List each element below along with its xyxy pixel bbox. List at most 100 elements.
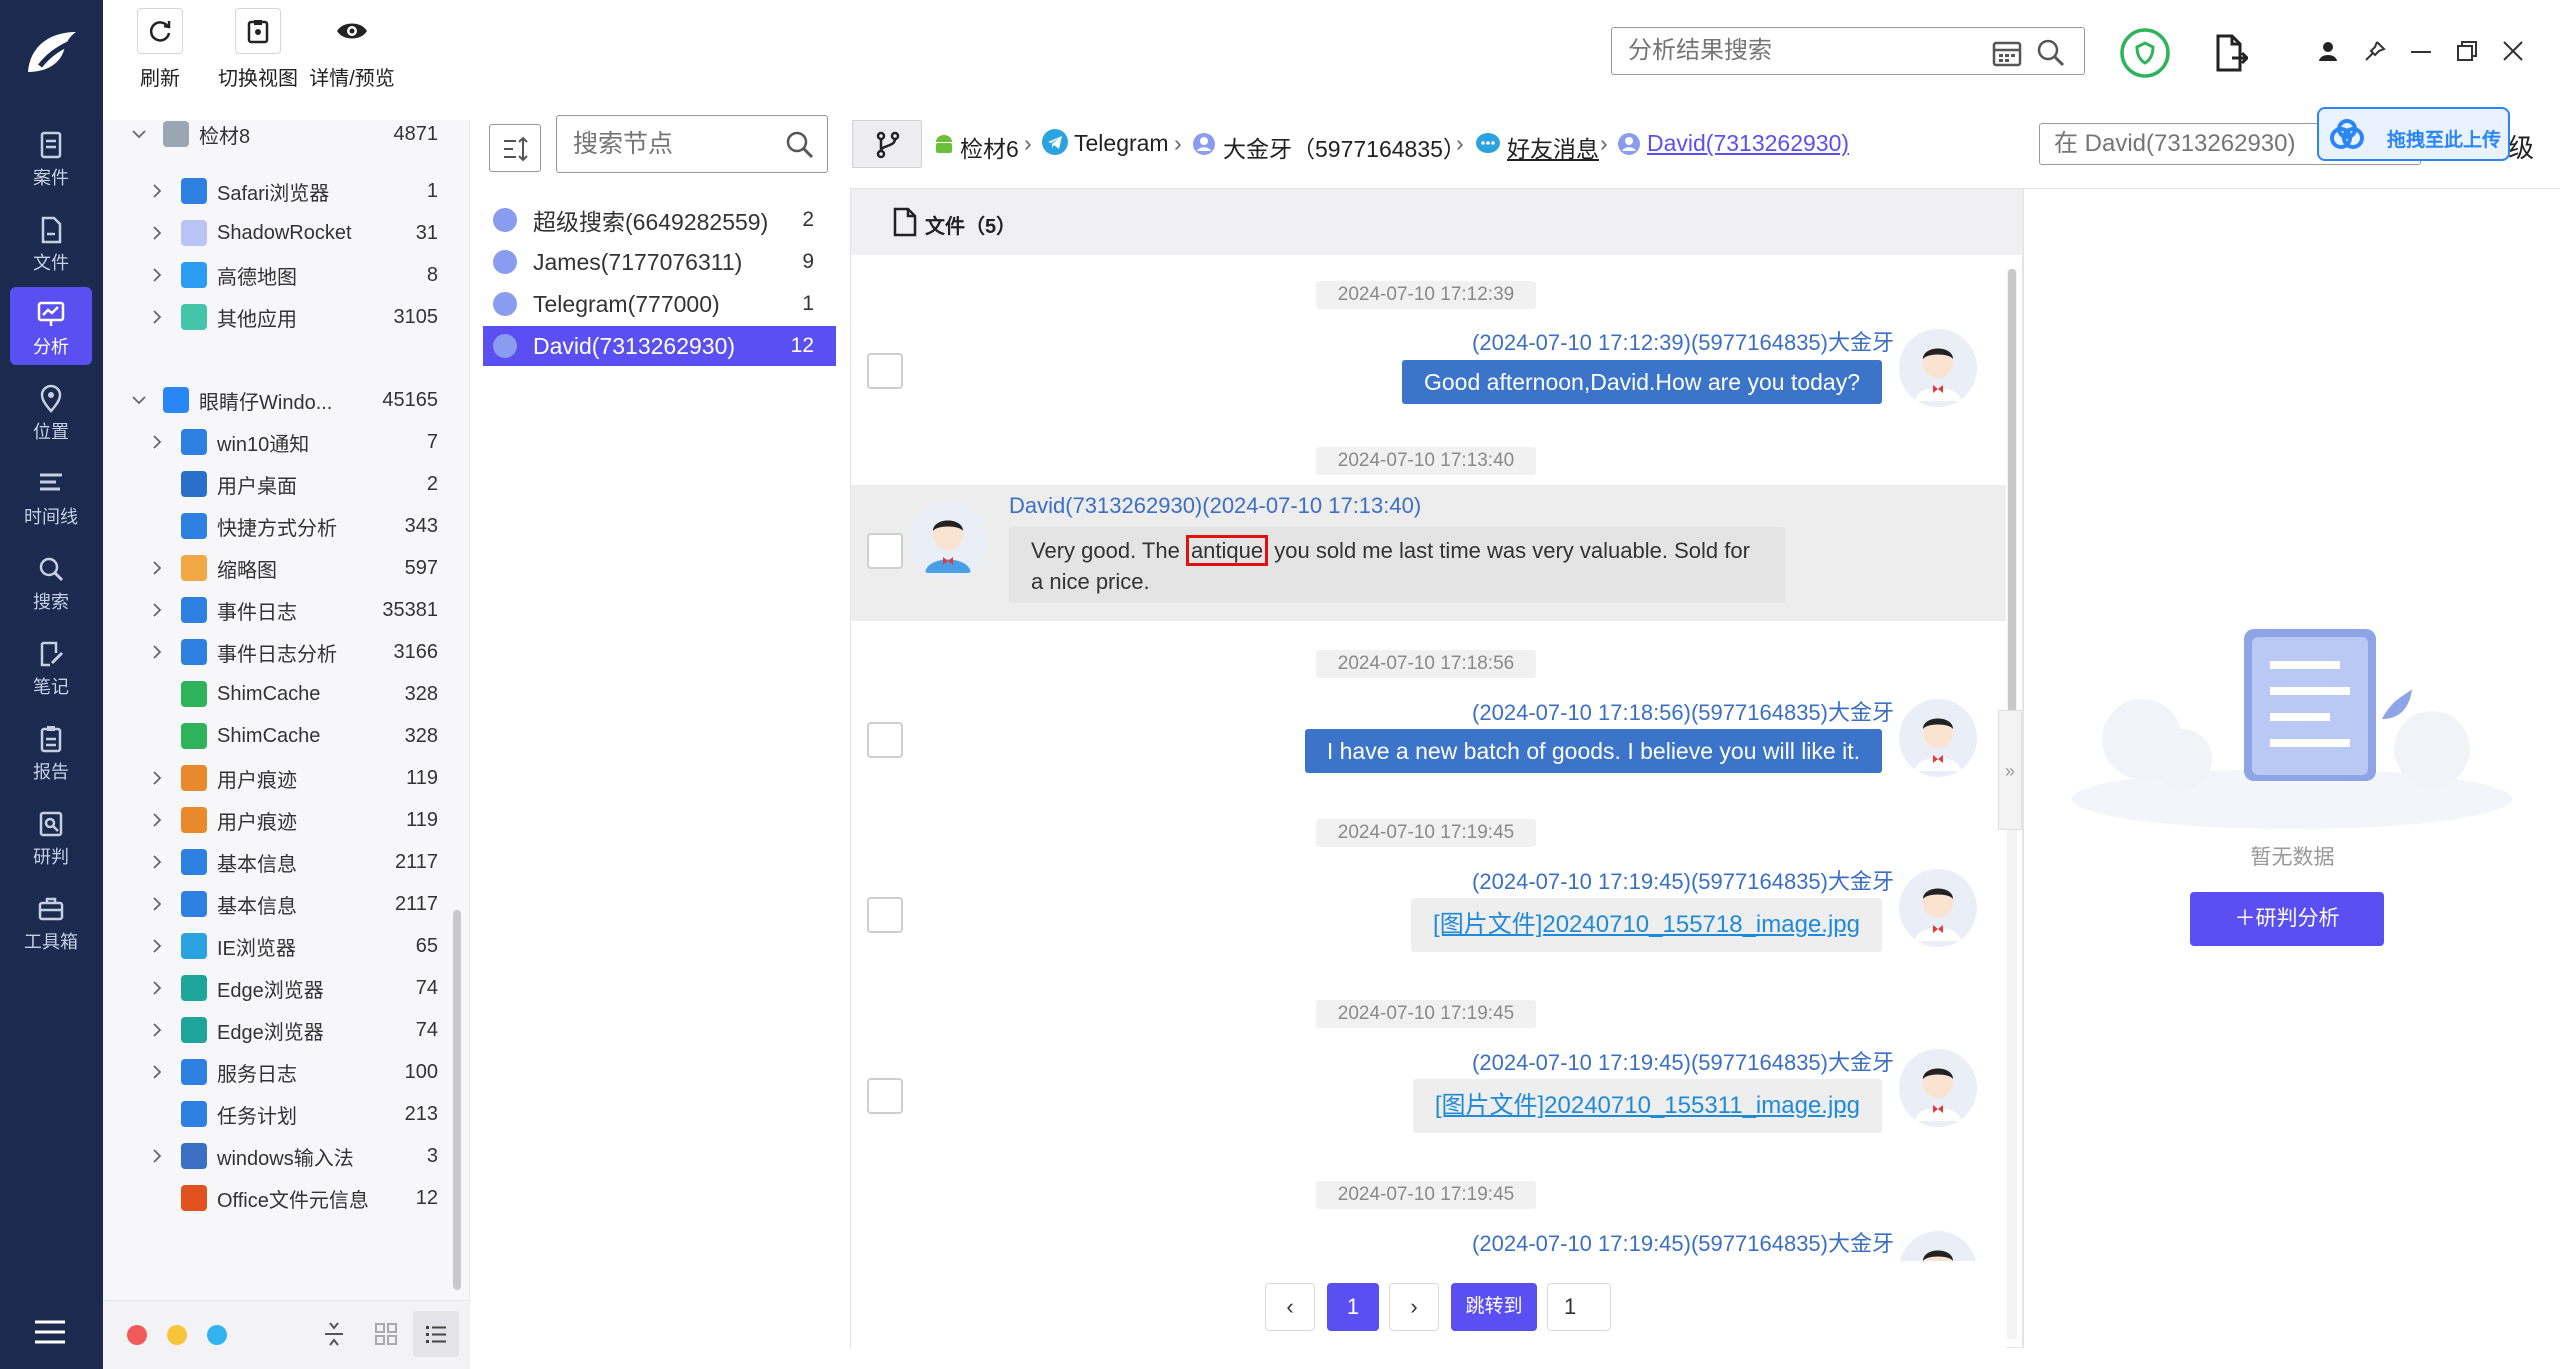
page-number-button[interactable]: 1 — [1327, 1283, 1379, 1331]
chevron-down-icon[interactable] — [131, 126, 147, 142]
sort-button[interactable] — [489, 124, 541, 172]
rail-item-case[interactable]: 案件 — [10, 118, 92, 196]
tree-item[interactable]: 用户痕迹 119 — [103, 800, 448, 840]
chevron-down-icon[interactable] — [131, 392, 147, 408]
node-item[interactable]: David(7313262930) 12 — [483, 326, 836, 366]
jump-to-button[interactable]: 跳转到 — [1451, 1283, 1537, 1331]
user-icon[interactable] — [2318, 41, 2338, 61]
message-bubble[interactable]: Very good. The antique you sold me last … — [1009, 527, 1785, 603]
chevron-right-icon[interactable] — [149, 770, 165, 786]
status-shield-icon[interactable] — [2119, 27, 2171, 79]
tree-item[interactable]: 眼睛仔Windo... 45165 — [103, 380, 448, 420]
tree-item[interactable]: 基本信息 2117 — [103, 884, 448, 924]
crumb-friend-messages[interactable]: 好友消息 — [1507, 130, 1599, 164]
tree-item[interactable]: Edge浏览器 74 — [103, 968, 448, 1008]
tree-item[interactable]: ShimCache 328 — [103, 674, 448, 714]
node-item[interactable]: 超级搜索(6649282559) 2 — [483, 200, 836, 240]
next-page-button[interactable]: › — [1389, 1283, 1439, 1331]
tree-item[interactable]: 用户桌面 2 — [103, 464, 448, 504]
result-search-box[interactable] — [1611, 27, 2085, 75]
tree-scrollbar[interactable] — [453, 910, 461, 1290]
tree-item[interactable]: 检材8 4871 — [103, 114, 448, 154]
crumb-account[interactable]: 大金牙（5977164835） — [1223, 130, 1466, 164]
search-icon[interactable] — [785, 130, 815, 160]
chevron-right-icon[interactable] — [149, 602, 165, 618]
rail-item-report[interactable]: 报告 — [10, 712, 92, 790]
minimize-icon[interactable] — [2410, 50, 2432, 54]
chevron-right-icon[interactable] — [149, 560, 165, 576]
tree-item[interactable]: Office文件元信息 12 — [103, 1178, 448, 1218]
node-search-box[interactable] — [556, 115, 828, 173]
list-view-button[interactable] — [413, 1311, 459, 1357]
rail-item-search[interactable]: 搜索 — [10, 542, 92, 620]
menu-icon[interactable] — [33, 1318, 67, 1346]
message-checkbox[interactable] — [867, 353, 903, 389]
message-checkbox[interactable] — [867, 722, 903, 758]
tree-item[interactable]: 快捷方式分析 343 — [103, 506, 448, 546]
tree-item[interactable]: 基本信息 2117 — [103, 842, 448, 882]
red-dot-icon[interactable] — [127, 1325, 147, 1345]
collapse-panel-handle[interactable]: » — [1998, 710, 2022, 830]
message-bubble[interactable]: I have a new batch of goods. I believe y… — [1304, 729, 1882, 773]
chevron-right-icon[interactable] — [149, 896, 165, 912]
tree-item[interactable]: 服务日志 100 — [103, 1052, 448, 1092]
message-checkbox[interactable] — [867, 533, 903, 569]
image-file-link[interactable]: [图片文件]20240710_155718_image.jpg — [1411, 898, 1882, 952]
tree-item[interactable]: ShimCache 328 — [103, 716, 448, 756]
calendar-icon[interactable] — [1992, 39, 2022, 67]
node-search-input[interactable] — [573, 129, 773, 159]
node-item[interactable]: Telegram(777000) 1 — [483, 284, 836, 324]
prev-page-button[interactable]: ‹ — [1265, 1283, 1315, 1331]
search-icon[interactable] — [2036, 38, 2066, 68]
close-icon[interactable] — [2502, 40, 2524, 62]
restore-icon[interactable] — [2456, 40, 2478, 62]
level-suffix[interactable]: 级 — [2508, 128, 2534, 165]
rail-item-analysis[interactable]: 分析 — [10, 287, 92, 365]
crumb-current-contact[interactable]: David(7313262930) — [1647, 130, 1849, 157]
rail-item-location[interactable]: 位置 — [10, 372, 92, 450]
tree-item[interactable]: 任务计划 213 — [103, 1094, 448, 1134]
jump-page-input[interactable]: 1 — [1547, 1283, 1611, 1331]
pin-icon[interactable] — [2364, 40, 2386, 62]
chevron-right-icon[interactable] — [149, 1148, 165, 1164]
chevron-right-icon[interactable] — [149, 980, 165, 996]
message-checkbox[interactable] — [867, 1078, 903, 1114]
chevron-right-icon[interactable] — [149, 267, 165, 283]
files-count-label[interactable]: 文件（5） — [925, 210, 1016, 239]
switch-view-button[interactable]: 切换视图 — [214, 8, 302, 103]
refresh-button[interactable]: 刷新 — [136, 8, 184, 103]
message-row-received[interactable]: David(7313262930)(2024-07-10 17:13:40) V… — [851, 485, 2006, 621]
chevron-right-icon[interactable] — [149, 225, 165, 241]
tree-item[interactable]: 缩略图 597 — [103, 548, 448, 588]
tree-item[interactable]: 其他应用 3105 — [103, 297, 448, 337]
chevron-right-icon[interactable] — [149, 644, 165, 660]
chevron-right-icon[interactable] — [149, 1022, 165, 1038]
tree-item[interactable]: 高德地图 8 — [103, 255, 448, 295]
node-item[interactable]: James(7177076311) 9 — [483, 242, 836, 282]
tree-item[interactable]: 事件日志分析 3166 — [103, 632, 448, 672]
export-file-icon[interactable] — [2214, 34, 2248, 72]
image-file-link[interactable]: [图片文件]20240710_155311_image.jpg — [1412, 1079, 1882, 1133]
chevron-right-icon[interactable] — [149, 812, 165, 828]
chevron-right-icon[interactable] — [149, 309, 165, 325]
expand-collapse-icon[interactable] — [323, 1319, 345, 1349]
grid-view-icon[interactable] — [375, 1323, 397, 1345]
chevron-right-icon[interactable] — [149, 183, 165, 199]
crumb-telegram[interactable]: Telegram — [1074, 130, 1169, 157]
message-bubble[interactable]: Good afternoon,David.How are you today? — [1402, 360, 1882, 404]
result-search-input[interactable] — [1628, 36, 1968, 66]
upload-drop-zone[interactable]: 拖拽至此上传 — [2317, 107, 2510, 161]
analyze-button[interactable]: ＋研判分析 — [2190, 892, 2384, 946]
message-checkbox[interactable] — [867, 897, 903, 933]
branch-button[interactable] — [852, 120, 922, 168]
tree-item[interactable]: 事件日志 35381 — [103, 590, 448, 630]
tree-item[interactable]: Edge浏览器 74 — [103, 1010, 448, 1050]
crumb-evidence[interactable]: 检材6 — [960, 130, 1019, 164]
chevron-right-icon[interactable] — [149, 854, 165, 870]
tree-item[interactable]: ShadowRocket 31 — [103, 213, 448, 253]
tree-item[interactable]: Safari浏览器 1 — [103, 171, 448, 211]
tree-item[interactable]: 用户痕迹 119 — [103, 758, 448, 798]
rail-item-toolbox[interactable]: 工具箱 — [10, 882, 92, 960]
rail-item-notes[interactable]: 笔记 — [10, 627, 92, 705]
rail-item-timeline[interactable]: 时间线 — [10, 457, 92, 535]
